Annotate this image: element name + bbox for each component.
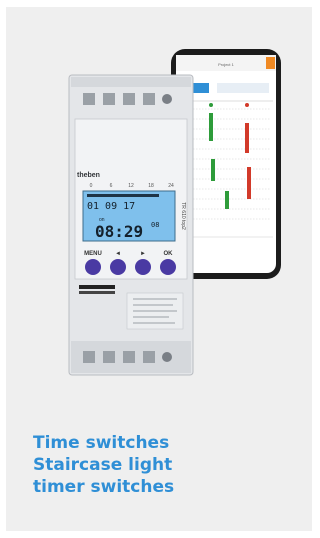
hour-tick-0: 0 [90,183,93,189]
lcd-date: 01 09 17 [87,201,135,212]
left-button-label: ◄ [115,251,121,257]
right-button-label: ► [140,251,146,257]
menu-button[interactable] [85,259,101,275]
ok-button-label: OK [164,251,174,257]
device-model: TR 610 top2 [180,202,186,230]
phone-title: Project 1 [218,62,235,67]
phone-menu-button[interactable] [266,57,275,69]
hour-tick-6: 6 [110,183,113,189]
lcd-time: 08:29 [95,222,143,241]
hour-tick-24: 24 [168,183,174,189]
caption-line-1[interactable]: Time switches [33,432,293,454]
caption-line-2[interactable]: Staircase light [33,454,293,476]
product-image: Project 1 theben 0 6 12 18 24 01 09 17 o… [68,49,281,376]
ok-button[interactable] [160,259,176,275]
right-button[interactable] [135,259,151,275]
timer-device-image: theben 0 6 12 18 24 01 09 17 on 08:29 08… [68,74,194,376]
product-caption[interactable]: Time switches Staircase light timer swit… [33,432,293,498]
hour-tick-12: 12 [128,183,134,189]
left-button[interactable] [110,259,126,275]
menu-button-label: MENU [84,251,102,257]
product-card[interactable]: Project 1 theben 0 6 12 18 24 01 09 17 o… [6,7,312,531]
caption-line-3[interactable]: timer switches [33,476,293,498]
device-brand: theben [77,172,100,179]
hour-tick-18: 18 [148,183,154,189]
lcd-seconds: 08 [151,221,159,229]
